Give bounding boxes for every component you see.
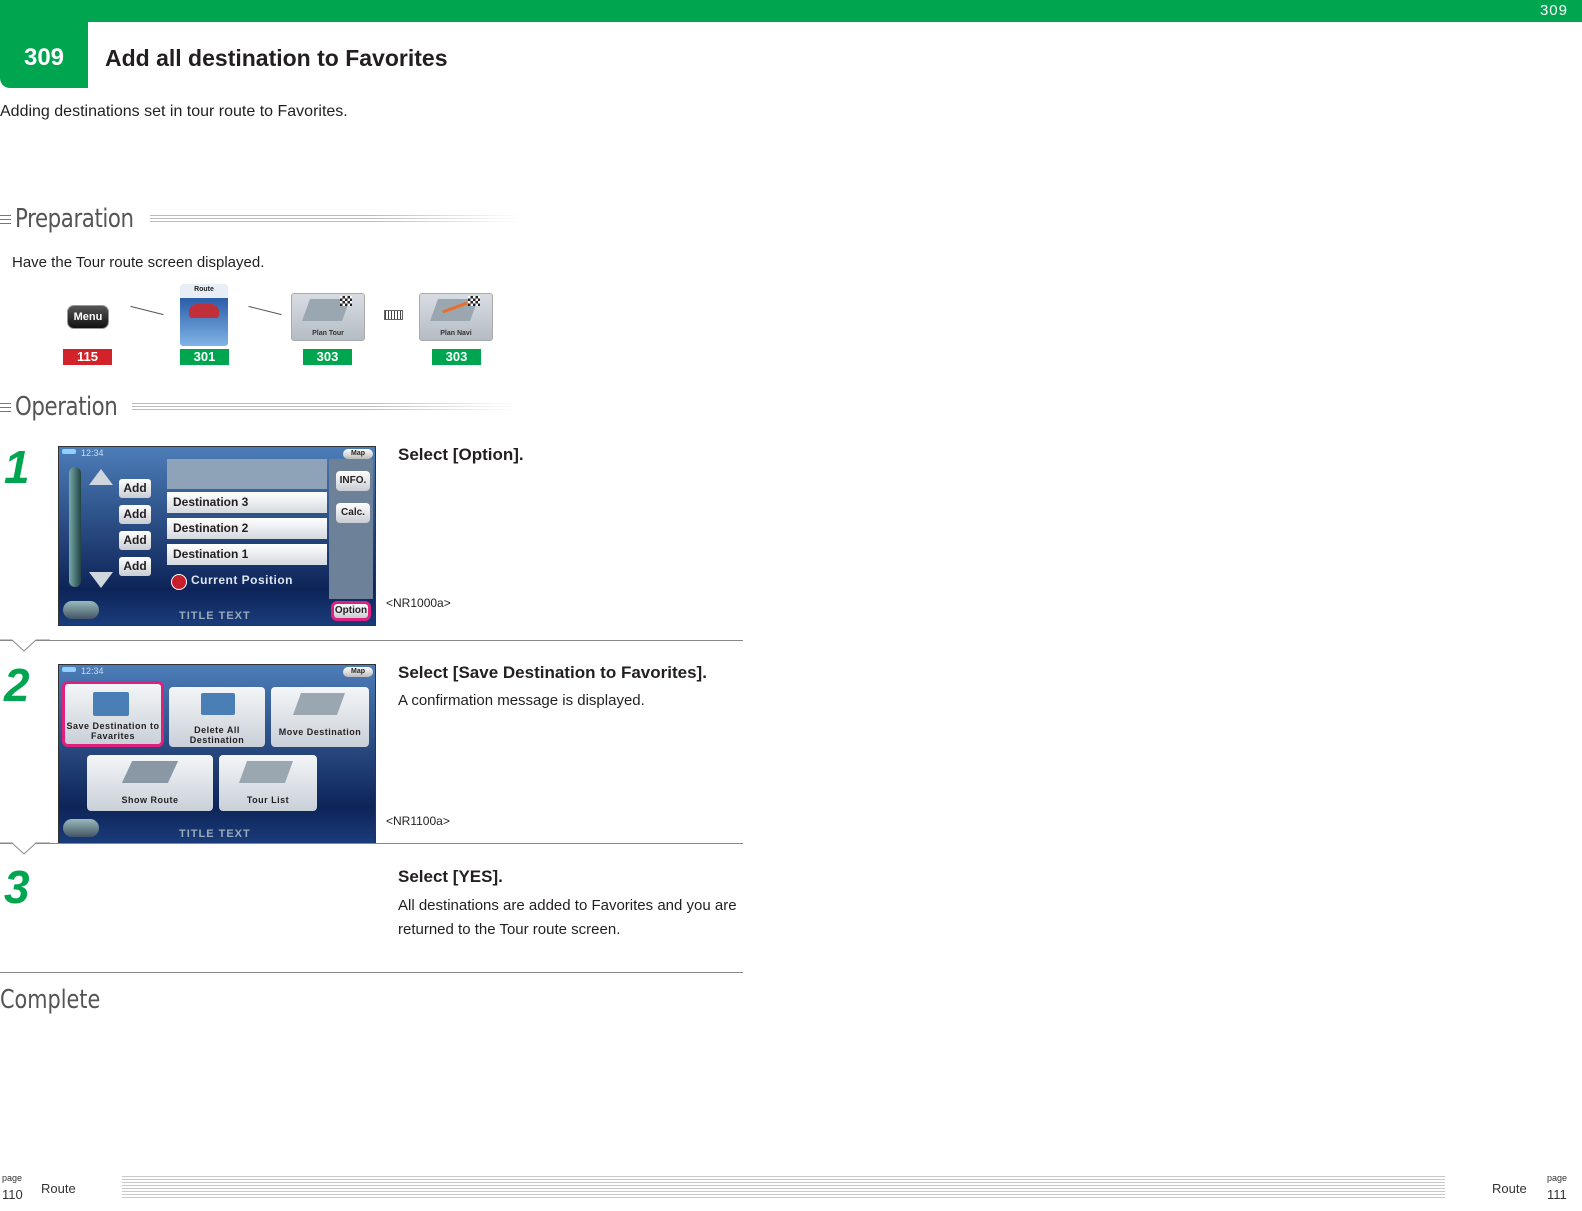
- footer-page-number[interactable]: 110: [2, 1187, 23, 1202]
- folder-icon: [201, 693, 235, 715]
- divider-notch: [0, 639, 50, 652]
- screen-code: <NR1100a>: [386, 814, 450, 828]
- divider-notch: [0, 842, 50, 855]
- footer-page-label: page: [1547, 1173, 1568, 1183]
- destination-item[interactable]: Destination 3: [167, 492, 327, 513]
- or-symbol-icon: [384, 310, 403, 320]
- screen-code: <NR1000a>: [386, 596, 451, 610]
- step-description: A confirmation message is displayed.: [398, 692, 645, 709]
- step-divider: [0, 843, 743, 844]
- screen-step-1: 12:34 Add Add Add Add Destination 3 Dest…: [58, 446, 376, 626]
- footer-section-link[interactable]: Route: [41, 1181, 76, 1196]
- signal-icon: [62, 667, 76, 672]
- destination-item[interactable]: Destination 1: [167, 544, 327, 565]
- map-icon: [292, 693, 346, 715]
- menu-label: Menu: [73, 311, 103, 323]
- route-icon: Route: [180, 284, 228, 346]
- plan-navi-icon: Plan Navi: [419, 293, 493, 341]
- heading-rule: [149, 214, 520, 224]
- option-button[interactable]: Option: [331, 601, 371, 621]
- section-tab-number: 309: [23, 44, 65, 71]
- menu-button-icon: Menu: [67, 305, 109, 329]
- preparation-heading: Preparation: [0, 204, 520, 234]
- footer-bar: [122, 1176, 1445, 1198]
- move-destination-tile[interactable]: Move Destination: [271, 687, 369, 747]
- preparation-text: Have the Tour route screen displayed.: [12, 254, 265, 271]
- road-icon: [121, 761, 179, 783]
- screen-title: TITLE TEXT: [179, 610, 251, 622]
- scrollbar[interactable]: [69, 467, 81, 587]
- page-title: Add all destination to Favorites: [105, 45, 448, 71]
- step-number: 1: [4, 441, 30, 493]
- page-subtitle: Adding destinations set in tour route to…: [0, 103, 348, 120]
- step-divider: [0, 640, 743, 641]
- tile-label: Delete All Destination: [189, 725, 245, 745]
- operation-heading: Operation: [0, 392, 520, 422]
- page-code-top: 309: [1539, 2, 1568, 19]
- complete-label: Complete: [0, 985, 101, 1015]
- plan-tour-icon: Plan Tour: [291, 293, 365, 341]
- footer-page-number[interactable]: 111: [1547, 1187, 1567, 1202]
- save-destination-tile[interactable]: Save Destination to Favarites: [62, 681, 164, 747]
- tile-label: Show Route: [121, 795, 179, 805]
- destination-item[interactable]: Destination 2: [167, 518, 327, 539]
- arrow-icon: [248, 305, 282, 316]
- step-title: Select [Option].: [398, 445, 524, 464]
- map-button[interactable]: Map: [343, 449, 373, 459]
- route-label: Route: [194, 286, 214, 293]
- tile-label: Save Destination to Favarites: [66, 721, 160, 741]
- add-button[interactable]: Add: [119, 479, 151, 498]
- heading-rule: [131, 402, 520, 412]
- screen-step-2: 12:34 Map Save Destination to Favarites …: [58, 664, 376, 844]
- step-description: All destinations are added to Favorites …: [398, 897, 737, 938]
- preparation-heading-text: Preparation: [15, 204, 134, 234]
- scroll-up-icon[interactable]: [89, 469, 113, 485]
- clock: 12:34: [81, 666, 104, 676]
- back-arrow-icon[interactable]: [63, 819, 99, 837]
- scroll-down-icon[interactable]: [89, 572, 113, 588]
- delete-all-tile[interactable]: Delete All Destination: [169, 687, 265, 747]
- ref-badge: 115: [63, 349, 112, 365]
- operation-heading-text: Operation: [15, 392, 118, 422]
- empty-slot: [167, 459, 327, 489]
- add-button[interactable]: Add: [119, 557, 151, 576]
- step-number: 2: [4, 659, 30, 711]
- ref-badge: 303: [432, 349, 481, 365]
- show-route-tile[interactable]: Show Route: [87, 755, 213, 811]
- step-title: Select [YES].: [398, 867, 503, 886]
- current-position-label: Current Position: [191, 573, 294, 587]
- section-divider: [0, 972, 743, 973]
- ref-badge: 303: [303, 349, 352, 365]
- footer-section-link[interactable]: Route: [1492, 1181, 1527, 1196]
- clock: 12:34: [81, 448, 104, 458]
- plan-tour-label: Plan Tour: [312, 330, 344, 337]
- screen-title: TITLE TEXT: [179, 828, 251, 840]
- info-button[interactable]: INFO.: [336, 471, 370, 491]
- tile-label: Tour List: [246, 795, 290, 805]
- current-position-icon: [171, 574, 187, 590]
- checkered-flag-icon: [468, 296, 480, 306]
- add-button[interactable]: Add: [119, 505, 151, 524]
- heading-lines-icon: [0, 402, 11, 412]
- map-stack-icon: [238, 761, 294, 783]
- folder-icon: [93, 692, 129, 716]
- header-bar: [0, 0, 1582, 22]
- back-arrow-icon[interactable]: [63, 601, 99, 619]
- car-icon: [189, 304, 219, 318]
- footer-page-label: page: [2, 1173, 23, 1183]
- calc-button[interactable]: Calc.: [336, 503, 370, 523]
- arrow-icon: [130, 305, 164, 316]
- add-button[interactable]: Add: [119, 531, 151, 550]
- step-number: 3: [4, 861, 30, 913]
- heading-lines-icon: [0, 214, 11, 224]
- step-title: Select [Save Destination to Favorites].: [398, 663, 707, 682]
- checkered-flag-icon: [340, 296, 352, 306]
- signal-icon: [62, 449, 76, 454]
- tour-list-tile[interactable]: Tour List: [219, 755, 317, 811]
- plan-navi-label: Plan Navi: [440, 330, 472, 337]
- ref-badge: 301: [180, 349, 229, 365]
- map-button[interactable]: Map: [343, 667, 373, 677]
- tile-label: Move Destination: [278, 727, 362, 737]
